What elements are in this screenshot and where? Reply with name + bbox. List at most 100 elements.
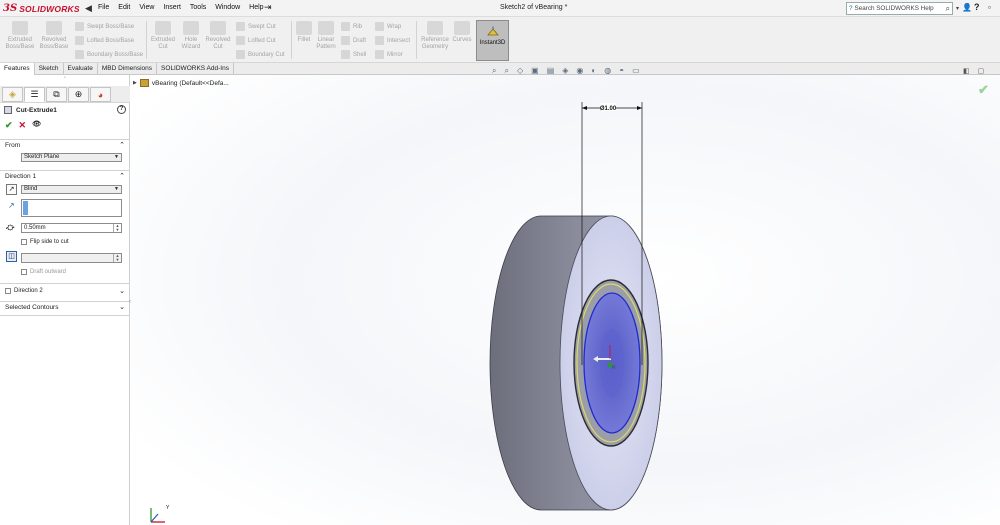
restore-viewport-icon[interactable]: ◧	[963, 67, 970, 75]
from-select[interactable]: Sketch Plane ▼	[21, 153, 122, 162]
linear-pattern-label: Linear Pattern	[316, 37, 336, 50]
menu-help[interactable]: Help	[249, 4, 263, 11]
confirmation-corner-ok-icon[interactable]: ✔	[978, 82, 989, 98]
options-icon[interactable]: ▫	[988, 3, 991, 12]
user-icon[interactable]: 👤	[962, 3, 972, 12]
dynamic-annotation-icon[interactable]: ▤	[547, 66, 555, 76]
lofted-boss-button[interactable]: Lofted Boss/Base	[75, 36, 134, 45]
tab-features[interactable]: Features	[0, 63, 35, 75]
search-dropdown-icon[interactable]: ▾	[956, 5, 959, 12]
direction2-group-header[interactable]: Direction 2 ⌄	[0, 283, 130, 299]
hole-wizard-button[interactable]: Hole Wizard	[178, 21, 204, 51]
cancel-button[interactable]: ✕	[19, 120, 27, 131]
wrap-button[interactable]: Wrap	[375, 22, 401, 31]
selected-contours-group-header[interactable]: Selected Contours ⌄	[0, 301, 130, 315]
depth-input[interactable]: 0.50mm ▲ ▼	[21, 223, 122, 233]
sweep-icon	[75, 22, 84, 31]
instant3d-button[interactable]: Instant3D	[476, 20, 509, 61]
edit-appearance-icon[interactable]: ◍	[604, 66, 611, 76]
expand-arrow-icon[interactable]: ▶	[133, 80, 137, 86]
flip-side-checkbox[interactable]: Flip side to cut	[21, 239, 69, 245]
menu-file[interactable]: File	[98, 4, 109, 11]
search-icon[interactable]: ⌕	[946, 4, 950, 14]
menu-view[interactable]: View	[139, 4, 154, 11]
menu-window[interactable]: Window	[215, 4, 240, 11]
draft-angle-spinner[interactable]: ▲ ▼	[113, 254, 121, 262]
solidworks-logo[interactable]: 3S SOLIDWORKS	[3, 2, 80, 15]
dimxpert-manager-tab[interactable]: ⊕	[68, 87, 89, 102]
maximize-viewport-icon[interactable]: ▢	[978, 67, 985, 75]
revolved-cut-button[interactable]: Revolved Cut	[204, 21, 232, 51]
direction1-group-header[interactable]: Direction 1 ⌃	[0, 170, 130, 182]
model-viewport[interactable]: Ø1.00 R	[131, 75, 1000, 525]
linear-pattern-button[interactable]: Linear Pattern	[314, 21, 338, 51]
menu-tools[interactable]: Tools	[190, 4, 206, 11]
draft-button[interactable]: Draft	[341, 36, 366, 45]
property-manager-tab[interactable]: ☰	[24, 87, 45, 102]
menu-expand-icon[interactable]: ◀	[85, 3, 92, 14]
configuration-manager-tab[interactable]: ⧉	[46, 87, 67, 102]
tab-mbd-dimensions[interactable]: MBD Dimensions	[98, 63, 158, 75]
mirror-button[interactable]: Mirror	[375, 50, 403, 59]
dimension-value[interactable]: Ø1.00	[600, 106, 617, 112]
tab-sketch[interactable]: Sketch	[35, 63, 64, 75]
boundary-boss-button[interactable]: Boundary Boss/Base	[75, 50, 143, 59]
display-manager-tab[interactable]: ◕	[90, 87, 111, 102]
section-view-icon[interactable]: ▣	[531, 66, 539, 76]
draft-outward-checkbox[interactable]: Draft outward	[21, 269, 66, 275]
boundary-icon	[75, 50, 84, 59]
reverse-direction-icon[interactable]: ↗	[6, 184, 17, 195]
crosshair-icon: ⊕	[74, 89, 83, 99]
rib-button[interactable]: Rib	[341, 22, 362, 31]
draft-toggle-icon[interactable]: ◫	[6, 251, 17, 262]
help-icon[interactable]: ?	[974, 2, 980, 12]
fillet-button[interactable]: Fillet	[294, 21, 314, 44]
display-style-icon[interactable]: ◉	[576, 66, 583, 76]
revolved-boss-button[interactable]: Revolved Boss/Base	[37, 21, 71, 51]
checkbox-box[interactable]	[5, 288, 11, 294]
extruded-boss-button[interactable]: Extruded Boss/Base	[4, 21, 36, 51]
pin-menu-icon[interactable]: ⇥	[264, 2, 272, 13]
intersect-button[interactable]: Intersect	[375, 36, 410, 45]
ok-button[interactable]: ✔	[5, 120, 13, 131]
logo-mark: 3S	[3, 3, 18, 14]
swept-boss-label: Swept Boss/Base	[87, 23, 135, 30]
feature-manager-tab[interactable]: ◈	[2, 87, 23, 102]
depth-spinner[interactable]: ▲ ▼	[113, 224, 121, 232]
end-condition-select[interactable]: Blind ▼	[21, 185, 122, 194]
view-settings-icon[interactable]: ▭	[632, 66, 640, 76]
tree-item-label[interactable]: vBearing (Default<<Defa...	[152, 80, 229, 87]
extrude-icon	[12, 21, 28, 35]
lofted-cut-button[interactable]: Lofted Cut	[236, 36, 276, 45]
wrap-label: Wrap	[387, 23, 402, 30]
draft-angle-input[interactable]: ▲ ▼	[21, 253, 122, 263]
reference-geometry-button[interactable]: Reference Geometry	[419, 21, 451, 51]
previous-view-icon[interactable]: ◇	[517, 66, 523, 76]
shell-button[interactable]: Shell	[341, 50, 366, 59]
menu-insert[interactable]: Insert	[163, 4, 181, 11]
zoom-to-fit-icon[interactable]: ⌕	[492, 66, 496, 76]
feature-help-icon[interactable]: ?	[117, 105, 126, 114]
tab-evaluate[interactable]: Evaluate	[64, 63, 98, 75]
feature-tree-flyout[interactable]: ▶ vBearing (Default<<Defa...	[133, 79, 229, 87]
tab-add-ins[interactable]: SOLIDWORKS Add-Ins	[157, 63, 234, 75]
panel-splitter[interactable]: ◦	[0, 75, 130, 85]
swept-cut-button[interactable]: Swept Cut	[236, 22, 276, 31]
view-orientation-icon[interactable]: ◈	[562, 66, 568, 76]
boundary-cut-button[interactable]: Boundary Cut	[236, 50, 285, 59]
curves-button[interactable]: Curves	[451, 21, 473, 44]
menu-edit[interactable]: Edit	[118, 4, 130, 11]
swept-boss-button[interactable]: Swept Boss/Base	[75, 22, 134, 31]
preview-button[interactable]: 👁	[32, 120, 41, 131]
reference-geometry-label: Reference Geometry	[421, 37, 449, 50]
apply-scene-icon[interactable]: ◓	[619, 66, 624, 76]
inner-bore	[600, 329, 624, 397]
hide-show-items-icon[interactable]: ◐	[591, 66, 596, 76]
bearing-model[interactable]	[489, 215, 663, 511]
from-group-header[interactable]: From ⌃	[0, 139, 130, 151]
lofted-cut-icon	[236, 36, 245, 45]
zoom-area-icon[interactable]: ⌕	[504, 66, 508, 76]
direction-selection-box[interactable]	[21, 199, 122, 217]
extruded-cut-button[interactable]: Extruded Cut	[149, 21, 177, 51]
search-box[interactable]: ? Search SOLIDWORKS Help ⌕ ▾	[846, 2, 959, 15]
